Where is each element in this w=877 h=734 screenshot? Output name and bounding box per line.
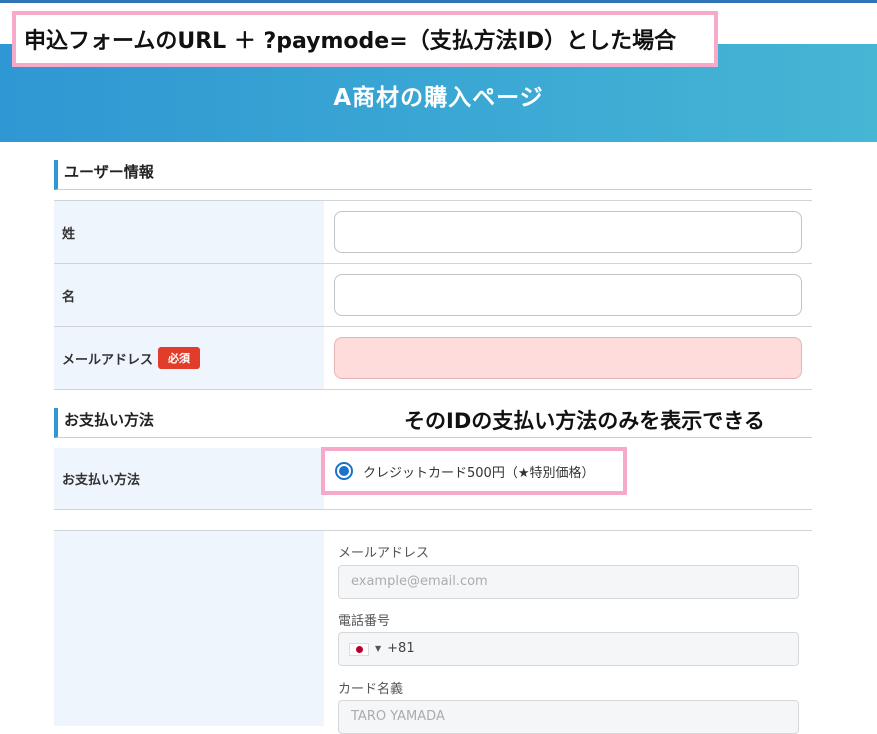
first-name-input[interactable] — [334, 274, 802, 316]
payment-method-label: お支払い方法 — [54, 448, 324, 509]
last-name-label: 姓 — [54, 201, 324, 263]
email-row: メールアドレス 必須 — [54, 327, 812, 390]
card-name-input[interactable]: TARO YAMADA — [338, 700, 799, 734]
email-input[interactable] — [334, 337, 802, 379]
card-form-label-cell — [54, 531, 324, 726]
email-label: メールアドレス — [62, 352, 154, 368]
card-name-label: カード名義 — [338, 682, 404, 697]
url-annotation-text: 申込フォームのURL ＋ ?paymode=（支払方法ID）とした場合 — [24, 29, 677, 54]
last-name-row: 姓 — [54, 200, 812, 264]
required-badge: 必須 — [158, 347, 201, 369]
card-email-label: メールアドレス — [338, 546, 430, 561]
payment-annotation-note: そのIDの支払い方法のみを表示できる — [404, 409, 765, 433]
last-name-input[interactable] — [334, 211, 802, 253]
email-label-cell: メールアドレス 必須 — [54, 327, 324, 389]
card-email-input[interactable]: example@email.com — [338, 565, 799, 599]
chevron-down-icon[interactable]: ▼ — [375, 633, 381, 665]
card-phone-input[interactable]: ▼ +81 — [338, 632, 799, 666]
radio-selected-icon[interactable] — [335, 462, 353, 480]
user-info-heading: ユーザー情報 — [54, 160, 812, 190]
page-title: A商材の購入ページ — [333, 85, 544, 111]
first-name-label: 名 — [54, 264, 324, 326]
payment-method-heading-text: お支払い方法 — [64, 411, 155, 429]
payment-option-highlight[interactable]: クレジットカード500円（★特別価格） — [321, 447, 627, 495]
first-name-row: 名 — [54, 264, 812, 327]
phone-country-code: +81 — [387, 641, 415, 656]
card-form-block: メールアドレス example@email.com 電話番号 ▼ +81 カード… — [54, 530, 812, 734]
user-info-heading-text: ユーザー情報 — [64, 163, 154, 181]
payment-option-label: クレジットカード500円（★特別価格） — [363, 465, 595, 481]
url-annotation-callout: 申込フォームのURL ＋ ?paymode=（支払方法ID）とした場合 — [12, 11, 718, 67]
top-accent-line — [0, 0, 877, 3]
japan-flag-icon[interactable] — [349, 642, 369, 656]
card-phone-label: 電話番号 — [338, 614, 391, 629]
